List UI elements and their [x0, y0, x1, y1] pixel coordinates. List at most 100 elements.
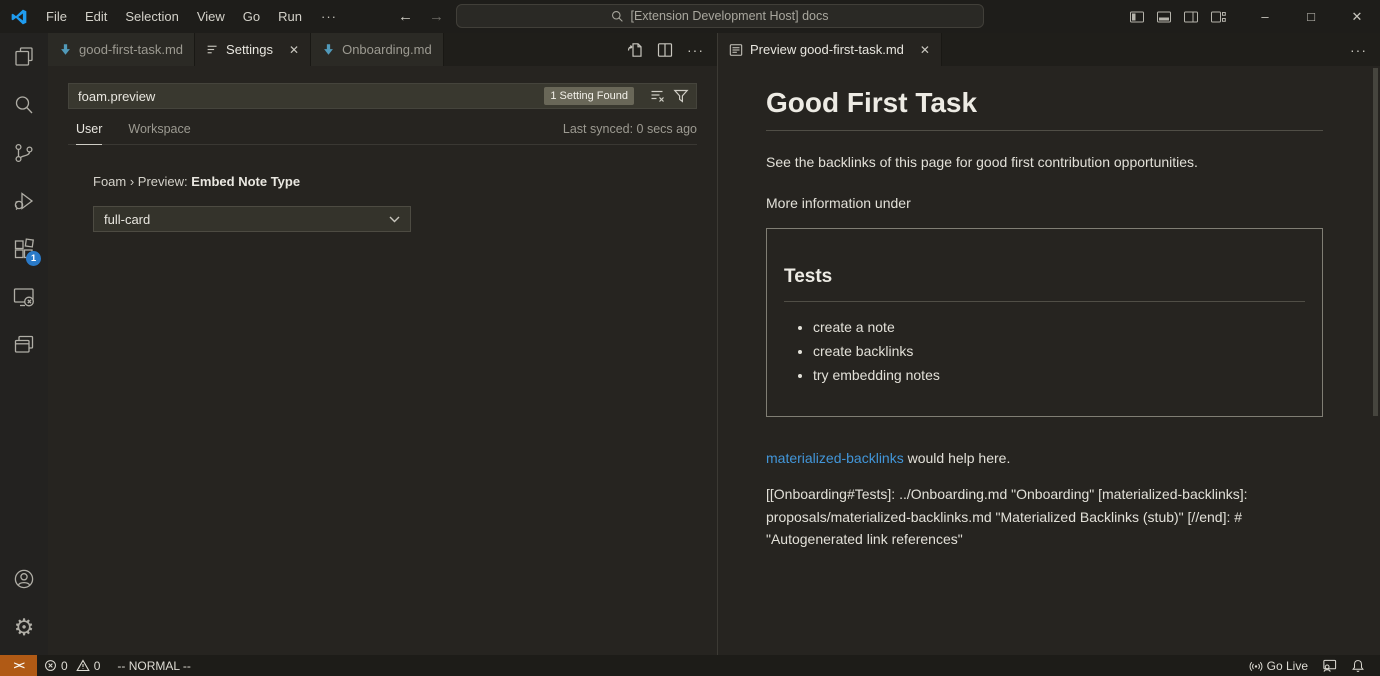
more-actions-icon[interactable]: ··· [1350, 42, 1367, 58]
editor-group-left: good-first-task.md Settings ✕ [48, 33, 718, 655]
preview-scrollbar[interactable] [1373, 68, 1378, 416]
tab-settings[interactable]: Settings ✕ [195, 33, 311, 66]
embed-heading: Tests [784, 266, 1305, 302]
settings-count-badge: 1 Setting Found [544, 87, 634, 105]
materialized-backlinks-link[interactable]: materialized-backlinks [766, 450, 904, 466]
notifications-button[interactable] [1344, 655, 1372, 676]
preview-paragraph: See the backlinks of this page for good … [766, 154, 1323, 170]
setting-name: Embed Note Type [191, 174, 300, 189]
list-item: create backlinks [813, 343, 1305, 359]
go-live-button[interactable]: Go Live [1242, 655, 1315, 676]
window-controls: – □ ✕ [1129, 0, 1380, 33]
menu-view[interactable]: View [188, 0, 234, 33]
error-icon [44, 659, 57, 672]
markdown-preview-icon [729, 43, 743, 57]
accounts-icon[interactable] [0, 555, 48, 603]
explorer-icon[interactable] [0, 33, 48, 81]
tab-label: good-first-task.md [79, 42, 183, 57]
vscode-logo-icon [10, 8, 28, 26]
person-screen-icon [1322, 658, 1337, 673]
tab-label: Settings [226, 42, 273, 57]
tab-bar-right: Preview good-first-task.md ✕ ··· [718, 33, 1380, 66]
menu-selection[interactable]: Selection [116, 0, 187, 33]
feedback-button[interactable] [1315, 655, 1344, 676]
markdown-file-icon [322, 43, 335, 56]
setting-category: Foam › Preview: [93, 174, 191, 189]
tab-onboarding[interactable]: Onboarding.md [311, 33, 444, 66]
toggle-panel-icon[interactable] [1156, 9, 1172, 25]
settings-editor: foam.preview 1 Setting Found [48, 66, 717, 655]
extensions-badge: 1 [26, 251, 41, 266]
scope-tab-user[interactable]: User [76, 122, 102, 145]
markdown-file-icon [59, 43, 72, 56]
tab-bar-left: good-first-task.md Settings ✕ [48, 33, 717, 66]
warning-count: 0 [94, 659, 101, 673]
settings-editor-icon [206, 43, 219, 56]
search-icon [611, 10, 624, 23]
editor-group-right: Preview good-first-task.md ✕ ··· Good Fi… [718, 33, 1380, 655]
embed-list: create a note create backlinks try embed… [784, 319, 1305, 383]
tab-preview-good-first-task[interactable]: Preview good-first-task.md ✕ [718, 33, 942, 66]
close-tab-icon[interactable]: ✕ [289, 43, 299, 57]
link-references-paragraph: [[Onboarding#Tests]: ../Onboarding.md "O… [766, 483, 1323, 551]
remote-explorer-icon[interactable] [0, 273, 48, 321]
maximize-button[interactable]: □ [1288, 0, 1334, 33]
search-view-icon[interactable] [0, 81, 48, 129]
embed-note-type-select[interactable]: full-card [93, 206, 411, 232]
status-bar: >< 0 0 -- NORMAL -- Go Live [0, 655, 1380, 676]
clear-settings-search-icon[interactable] [650, 88, 666, 104]
go-live-label: Go Live [1267, 659, 1308, 673]
editor-actions-left: ··· [627, 33, 717, 66]
open-settings-json-icon[interactable] [627, 42, 643, 58]
setting-title: Foam › Preview: Embed Note Type [93, 174, 697, 189]
split-editor-icon[interactable] [657, 42, 673, 58]
filter-settings-icon[interactable] [673, 88, 689, 104]
history-nav: ← → [398, 0, 444, 33]
sync-status-label: Last synced: 0 secs ago [563, 122, 697, 144]
forward-arrow-icon[interactable]: → [429, 8, 444, 25]
tab-label: Preview good-first-task.md [750, 42, 904, 57]
scope-tab-workspace[interactable]: Workspace [128, 122, 190, 144]
list-item: create a note [813, 319, 1305, 335]
problems-status[interactable]: 0 0 [37, 655, 107, 676]
warning-icon [76, 659, 90, 672]
embedded-note-card: Tests create a note create backlinks try… [766, 228, 1323, 417]
minimize-button[interactable]: – [1242, 0, 1288, 33]
settings-gear-icon[interactable]: ⚙ [0, 603, 48, 651]
workbench: 1 [0, 33, 1380, 655]
run-debug-icon[interactable] [0, 177, 48, 225]
more-actions-icon[interactable]: ··· [687, 42, 704, 58]
title-bar: File Edit Selection View Go Run ··· ← → … [0, 0, 1380, 33]
customize-layout-icon[interactable] [1210, 9, 1226, 25]
source-control-icon[interactable] [0, 129, 48, 177]
preview-paragraph: More information under [766, 195, 1323, 211]
link-paragraph: materialized-backlinks would help here. [766, 450, 1323, 466]
activity-bar: 1 [0, 33, 48, 655]
close-window-button[interactable]: ✕ [1334, 0, 1380, 33]
tab-good-first-task[interactable]: good-first-task.md [48, 33, 195, 66]
settings-scope-tabs: User Workspace Last synced: 0 secs ago [68, 122, 697, 145]
windows-stack-icon[interactable] [0, 321, 48, 369]
toggle-secondary-sidebar-icon[interactable] [1183, 9, 1199, 25]
extensions-icon[interactable]: 1 [0, 225, 48, 273]
menu-run[interactable]: Run [269, 0, 311, 33]
toggle-sidebar-icon[interactable] [1129, 9, 1145, 25]
menu-edit[interactable]: Edit [76, 0, 116, 33]
vscode-window: File Edit Selection View Go Run ··· ← → … [0, 0, 1380, 676]
menu-file[interactable]: File [37, 0, 76, 33]
tab-label: Onboarding.md [342, 42, 432, 57]
select-value: full-card [104, 212, 150, 227]
back-arrow-icon[interactable]: ← [398, 8, 413, 25]
editor-actions-right: ··· [1350, 33, 1380, 66]
link-suffix: would help here. [904, 450, 1011, 466]
chevron-down-icon [389, 216, 400, 223]
remote-indicator[interactable]: >< [0, 655, 37, 676]
close-tab-icon[interactable]: ✕ [920, 43, 930, 57]
command-center-search[interactable]: [Extension Development Host] docs [456, 4, 984, 28]
bell-icon [1351, 659, 1365, 673]
menu-overflow[interactable]: ··· [311, 0, 347, 33]
statusbar-right: Go Live [1242, 655, 1380, 676]
menu-go[interactable]: Go [234, 0, 269, 33]
vim-mode-status: -- NORMAL -- [107, 659, 191, 673]
settings-search-input[interactable]: foam.preview 1 Setting Found [68, 83, 697, 109]
